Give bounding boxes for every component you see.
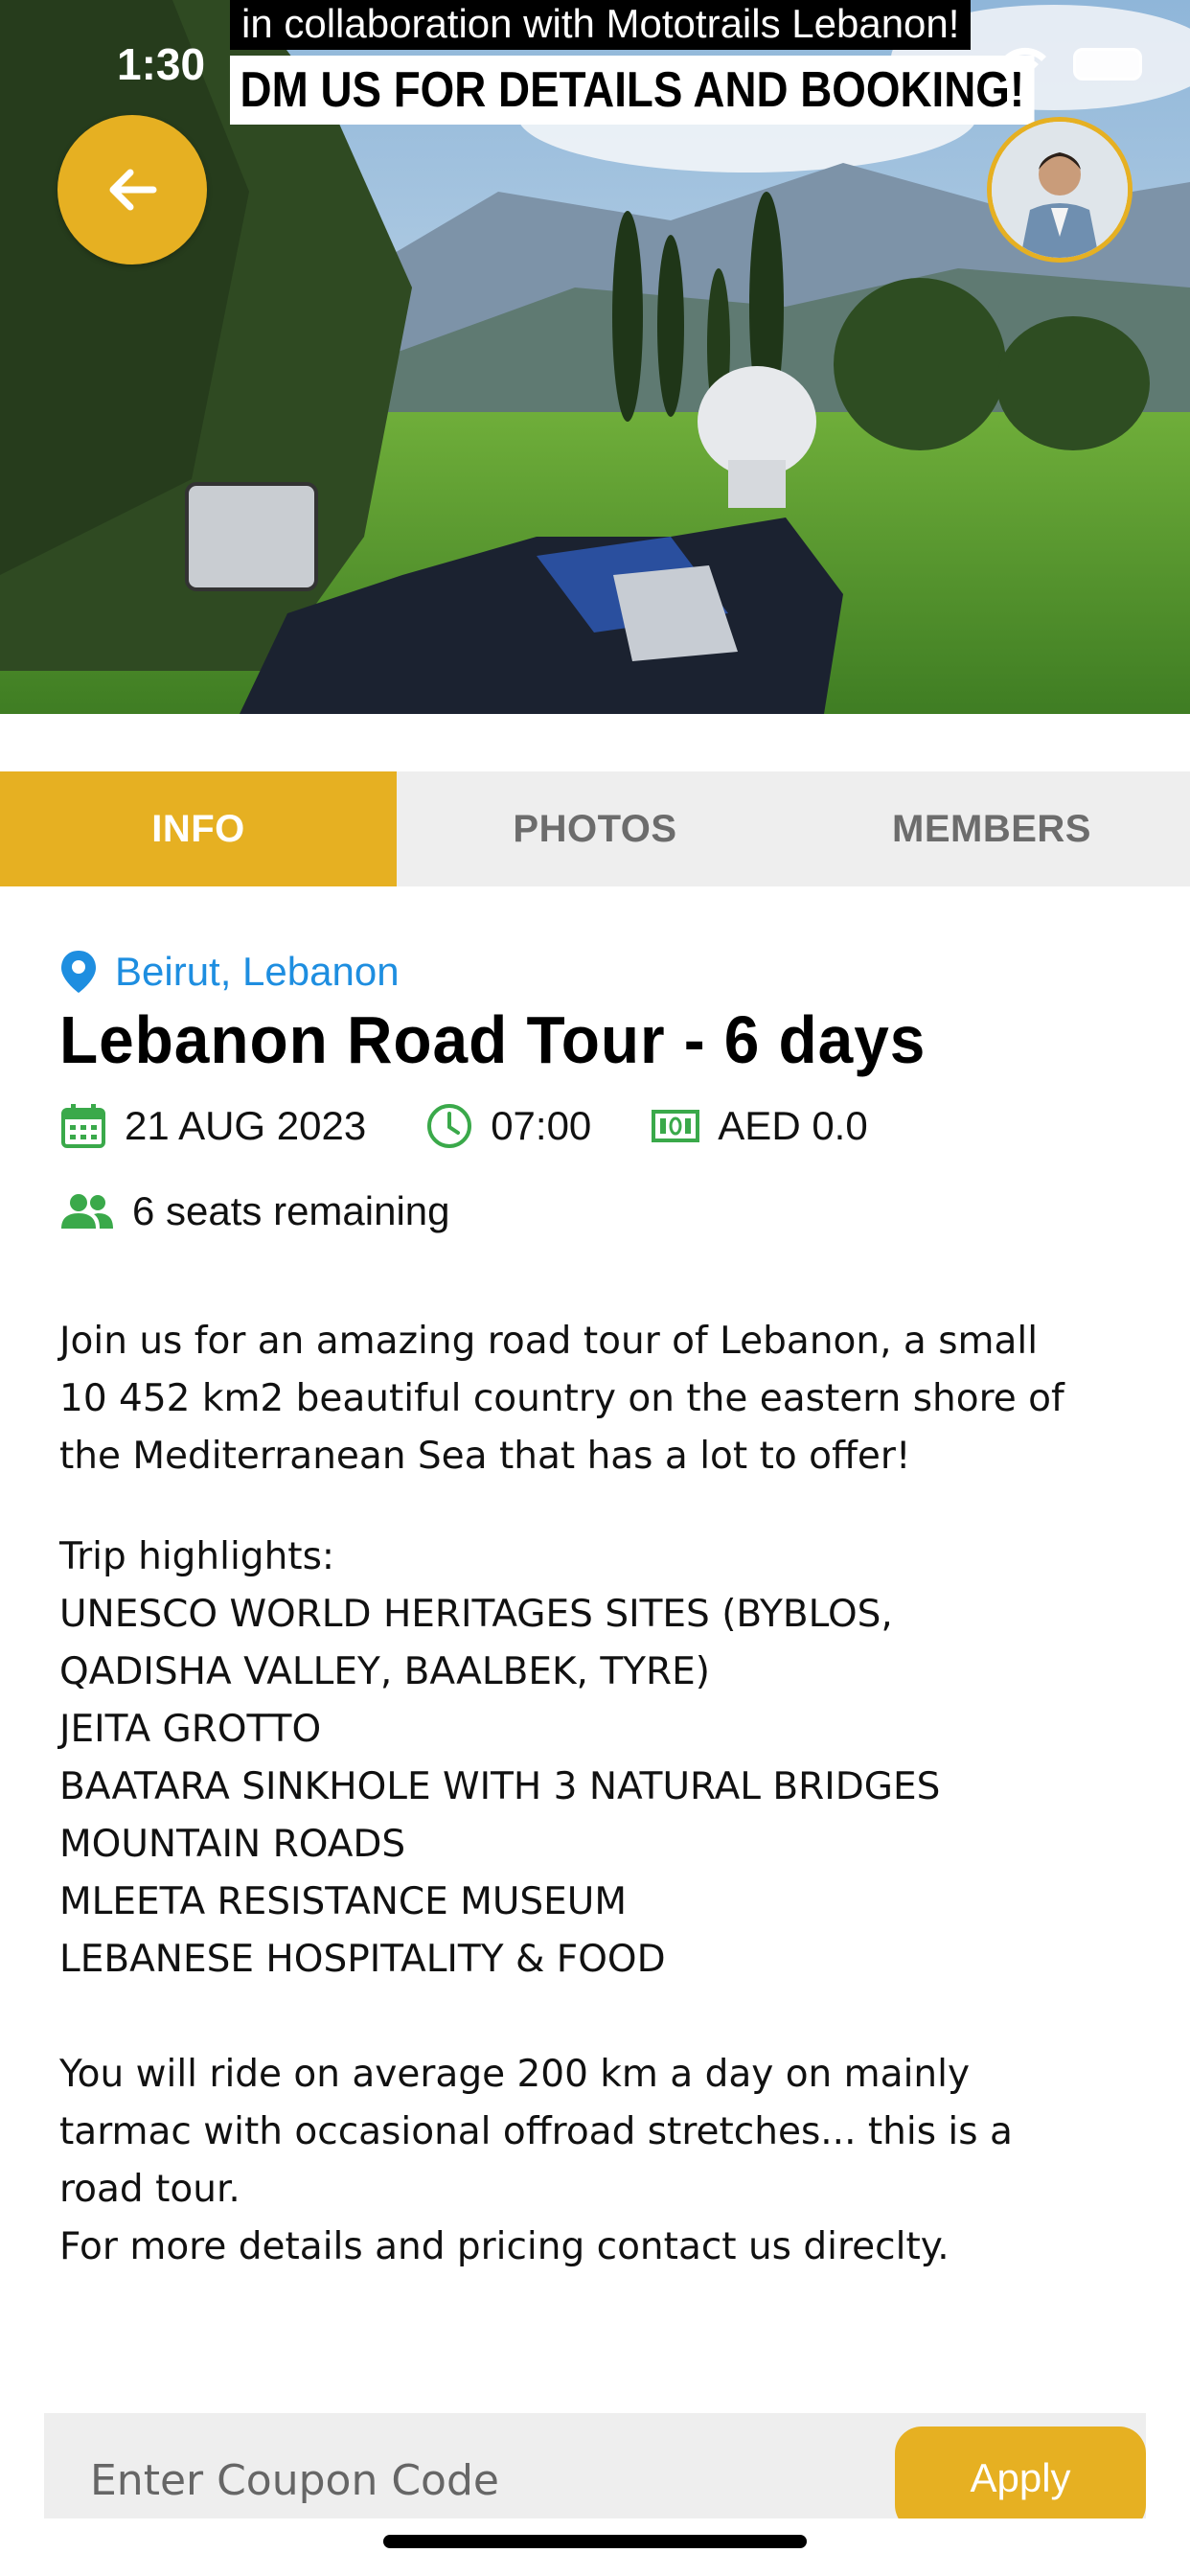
time-label: 07:00 — [491, 1103, 592, 1148]
status-time: 1:30 — [117, 39, 206, 89]
banner-dm-text: DM US FOR DETAILS AND BOOKING! — [230, 56, 1035, 125]
status-icons — [1000, 46, 1142, 82]
coupon-input[interactable] — [90, 2442, 857, 2518]
seats-remaining: 6 seats remaining — [59, 1188, 450, 1234]
event-date: 21 AUG 2023 — [59, 1102, 366, 1150]
date-label: 21 AUG 2023 — [125, 1103, 367, 1148]
description-intro: Join us for an amazing road tour of Leba… — [59, 1320, 1064, 1478]
description-highlights: Trip highlights: UNESCO WORLD HERITAGES … — [59, 1535, 941, 1981]
arrow-left-icon — [109, 169, 157, 211]
money-icon — [652, 1110, 700, 1142]
tab-info[interactable]: INFO — [0, 771, 397, 886]
clock-icon — [427, 1104, 472, 1148]
event-price: AED 0.0 — [651, 1103, 868, 1149]
banner-collab-text: in collaboration with Mototrails Lebanon… — [230, 0, 972, 50]
coupon-bar: Apply — [44, 2413, 1146, 2518]
home-indicator[interactable] — [383, 2535, 807, 2548]
back-button[interactable] — [57, 115, 207, 264]
hero-image: in collaboration with Mototrails Lebanon… — [0, 0, 1190, 714]
wifi-icon — [1004, 47, 1046, 79]
event-location[interactable]: Beirut, Lebanon — [59, 949, 400, 995]
price-label: AED 0.0 — [718, 1103, 868, 1148]
event-time: 07:00 — [425, 1102, 591, 1150]
calendar-icon — [61, 1104, 105, 1148]
event-title: Lebanon Road Tour - 6 days — [59, 1002, 927, 1077]
apply-button[interactable]: Apply — [895, 2426, 1146, 2518]
battery-icon — [1073, 48, 1142, 80]
tab-members[interactable]: MEMBERS — [793, 771, 1190, 886]
location-label: Beirut, Lebanon — [115, 949, 400, 994]
description-outro: You will ride on average 200 km a day on… — [59, 2053, 1013, 2268]
map-pin-icon — [61, 951, 96, 993]
avatar-photo — [992, 122, 1128, 258]
people-icon — [61, 1194, 113, 1229]
tab-bar: INFO PHOTOS MEMBERS — [0, 771, 1190, 886]
tab-photos[interactable]: PHOTOS — [397, 771, 793, 886]
event-meta: 21 AUG 2023 07:00 AED 0.0 — [59, 1102, 927, 1150]
organizer-avatar[interactable] — [987, 117, 1133, 263]
seats-label: 6 seats remaining — [132, 1188, 450, 1233]
